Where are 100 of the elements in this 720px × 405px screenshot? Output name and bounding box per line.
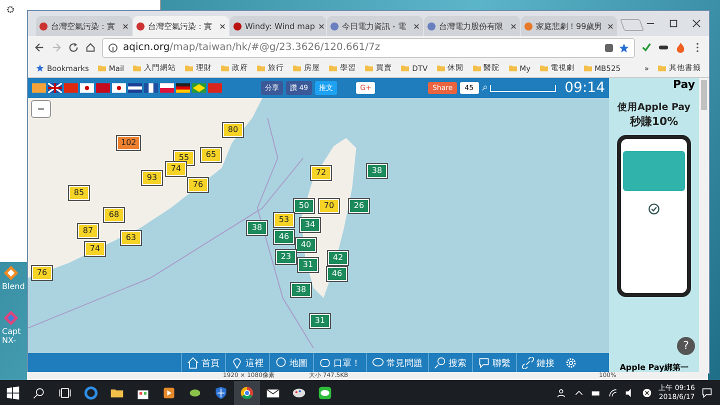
desktop-icon-label[interactable]: Blend: [2, 282, 26, 291]
home-icon[interactable]: [85, 42, 96, 53]
aqi-marker[interactable]: 93: [142, 171, 162, 185]
folder-icon: [98, 64, 106, 72]
folder-icon: [401, 64, 410, 72]
flag-icon[interactable]: [48, 83, 62, 93]
info-icon[interactable]: [108, 42, 118, 52]
folder-icon: [329, 64, 338, 72]
flag-icon[interactable]: [112, 83, 126, 93]
ad-footer-text: Apple Pay綁第一: [620, 362, 688, 373]
flag-icon[interactable]: [160, 83, 174, 93]
help-button[interactable]: ?: [677, 337, 695, 355]
flag-icon[interactable]: [80, 83, 94, 93]
aqi-marker[interactable]: 74: [85, 242, 105, 256]
browser-tab[interactable]: 家庭悲劇！99歲男: [521, 16, 617, 36]
link-icon: [522, 357, 534, 369]
close-icon[interactable]: [607, 22, 614, 30]
folder-icon: [472, 64, 481, 72]
aqi-marker[interactable]: 38: [367, 164, 387, 178]
flame-icon[interactable]: [675, 42, 686, 53]
contact-icon: [478, 357, 490, 369]
browser-tab[interactable]: Windy: Wind map: [230, 16, 326, 36]
close-icon[interactable]: [122, 22, 129, 30]
ad-brand: Pay: [672, 78, 696, 91]
aqi-marker[interactable]: 53: [274, 213, 294, 227]
map[interactable]: − 102 80 55 65 93 74 76 85 68 87 63 74 76 38 72 50 70 53 34 46 40 23 31 42 46 38 31 26 38: [28, 98, 609, 353]
close-icon[interactable]: [413, 22, 420, 30]
aqi-marker[interactable]: 63: [121, 231, 141, 245]
aqi-marker[interactable]: 40: [296, 238, 316, 252]
settings-icon[interactable]: [6, 5, 15, 14]
aqi-marker[interactable]: 34: [300, 218, 320, 232]
app-icon[interactable]: [2, 264, 20, 282]
favicon-icon: [233, 22, 242, 30]
browser-tab[interactable]: 台灣電力股份有限: [424, 16, 520, 36]
people-icon[interactable]: [556, 388, 567, 398]
ad-banner[interactable]: Pay 使用Apple Pay 秒賺10% Apple Pay綁第一 ?: [609, 78, 699, 373]
aqi-marker[interactable]: 38: [247, 221, 267, 235]
star-icon: [36, 64, 44, 72]
clock-time: 09:14: [564, 80, 605, 96]
address-bar[interactable]: aqicn.org/map/taiwan/hk/#@g/23.3626/120.661/7z: [102, 38, 635, 58]
folder-icon: [658, 64, 666, 72]
aqi-marker[interactable]: 46: [274, 230, 294, 244]
close-icon[interactable]: [510, 22, 517, 30]
folder-icon: [133, 64, 142, 72]
aqi-marker[interactable]: 65: [201, 148, 221, 162]
folder-icon: [293, 64, 302, 72]
aqi-marker[interactable]: 42: [328, 251, 348, 265]
chat-icon: [372, 357, 384, 369]
reload-icon[interactable]: [68, 42, 79, 53]
browser-tab[interactable]: 今日電力資訊 - 電: [327, 16, 423, 36]
folder-icon: [540, 64, 548, 72]
flag-icon[interactable]: [144, 83, 158, 93]
folder-icon: [436, 64, 445, 72]
notification-icon[interactable]: [702, 388, 712, 398]
aqi-marker[interactable]: 80: [223, 123, 243, 137]
browser-tab[interactable]: 台灣空氣污染：實: [36, 16, 132, 36]
search-field[interactable]: [490, 84, 556, 92]
star-icon[interactable]: [619, 42, 629, 52]
chrome-icon[interactable]: [234, 380, 260, 404]
wifi-icon[interactable]: [608, 388, 618, 398]
aqi-marker[interactable]: 31: [310, 314, 330, 328]
folder-icon: [508, 64, 517, 72]
search-icon: [434, 357, 446, 369]
aqi-marker[interactable]: 74: [166, 162, 186, 176]
favicon-icon: [427, 22, 436, 30]
extension-icon[interactable]: [641, 42, 652, 53]
ad-headline: 使用Apple Pay: [618, 101, 690, 114]
aqi-marker[interactable]: 76: [188, 178, 208, 192]
ad-offer: 秒賺10%: [630, 114, 678, 129]
folder-icon: [365, 64, 374, 72]
flag-icon[interactable]: [176, 83, 190, 93]
favicon-icon: [39, 22, 48, 30]
close-icon[interactable]: [219, 22, 226, 30]
folder-icon: [584, 64, 592, 72]
zoom-out-button[interactable]: −: [31, 100, 51, 118]
aqi-marker[interactable]: 46: [327, 267, 347, 281]
maximize-icon[interactable]: [669, 19, 678, 28]
scrollbar-thumb[interactable]: [701, 80, 707, 110]
close-icon[interactable]: [318, 22, 325, 30]
aqi-marker[interactable]: 31: [298, 258, 318, 272]
browser-tab[interactable]: 台灣空氣污染：實: [133, 16, 229, 36]
aqi-marker[interactable]: 72: [311, 166, 331, 180]
aqi-marker[interactable]: 50: [294, 199, 314, 213]
aqi-marker[interactable]: 76: [32, 266, 52, 280]
pin-icon: [230, 357, 242, 369]
aqi-marker[interactable]: 87: [78, 224, 98, 238]
folder-icon: [185, 64, 194, 72]
folder-icon: [257, 64, 266, 72]
aqi-marker[interactable]: 68: [104, 208, 124, 222]
favicon-icon: [136, 22, 145, 30]
close-icon[interactable]: [692, 19, 701, 28]
aqi-marker[interactable]: 85: [69, 186, 89, 200]
aqi-marker[interactable]: 102: [117, 136, 140, 150]
back-icon[interactable]: [34, 42, 45, 53]
close-circle-icon[interactable]: [642, 388, 652, 398]
flag-icon[interactable]: [128, 83, 142, 93]
aqi-marker[interactable]: 23: [276, 250, 296, 264]
aqi-marker[interactable]: 70: [319, 199, 339, 213]
aqi-marker[interactable]: 38: [291, 283, 311, 297]
aqi-marker[interactable]: 26: [349, 199, 369, 213]
